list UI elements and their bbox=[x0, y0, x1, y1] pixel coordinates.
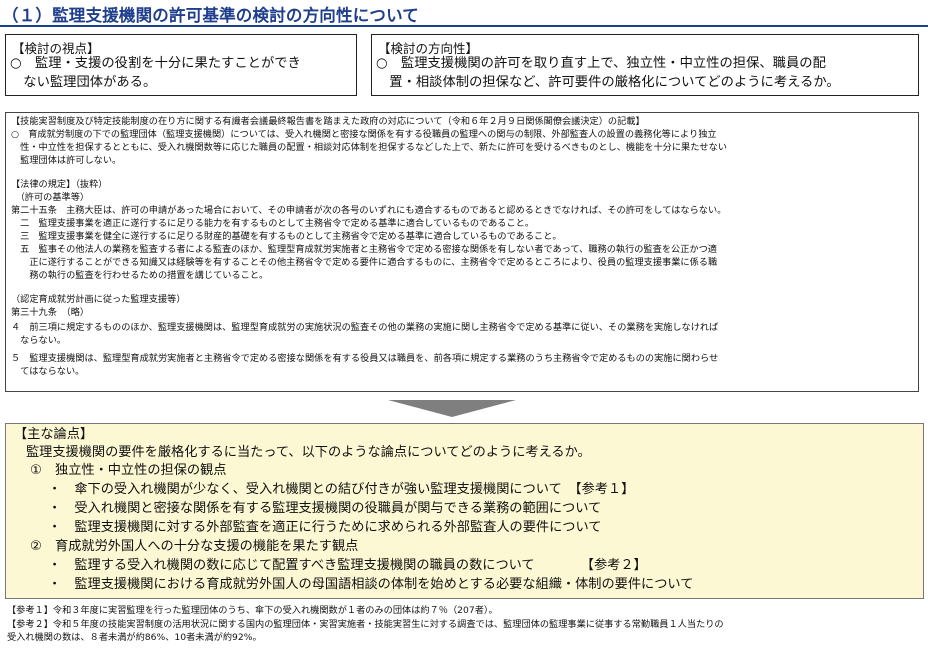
legal-text-line: （許可の基準等） bbox=[11, 192, 90, 203]
issues-heading: 【主な論点】 bbox=[14, 427, 94, 442]
legal-text-line: （認定育成就労計画に従った監理支援等） bbox=[11, 294, 186, 305]
direction-box: 【検討の方向性】 ○ 監理支援機関の許可を取り直す上で、独立性・中立性の担保、職… bbox=[371, 34, 919, 96]
legal-text-line: ○ 育成就労制度の下での監理団体（監理支援機関）については、受入れ機関と密接な関… bbox=[11, 129, 717, 140]
issue-point-1: ① 独立性・中立性の担保の観点 bbox=[30, 463, 227, 478]
viewpoint-line: ○ 監理・支援の役割を十分に果たすことができ bbox=[10, 56, 301, 71]
issue-item: ・ 監理支援機関に対する外部監査を適正に行うために求められる外部監査人の要件につ… bbox=[48, 520, 602, 535]
viewpoint-box: 【検討の視点】 ○ 監理・支援の役割を十分に果たすことができ ない監理団体がある… bbox=[5, 34, 357, 96]
reference-note-2-cont: 受入れ機関の数は、８者未満が約86%、10者未満が約92%。 bbox=[7, 632, 262, 643]
legal-text-line: 第三十九条 （略） bbox=[11, 307, 90, 318]
page-title: （１）監理支援機関の許可基準の検討の方向性について bbox=[2, 6, 420, 25]
reference-note-2: 【参考２】令和５年度の技能実習制度の活用状況に関する国内の監理団体・実習実施者・… bbox=[7, 619, 724, 630]
direction-line: ○ 監理支援機関の許可を取り直す上で、独立性・中立性の担保、職員の配 bbox=[376, 56, 826, 71]
down-arrow-icon bbox=[388, 400, 516, 417]
legal-reference-box: 【技能実習制度及び特定技能制度の在り方に関する有識者会議最終報告書を踏まえた政府… bbox=[5, 112, 919, 392]
issue-point-2: ② 育成就労外国人への十分な支援の機能を果たす観点 bbox=[30, 539, 359, 554]
issue-item: ・ 受入れ機関と密接な関係を有する監理支援機関の役職員が関与できる業務の範囲につ… bbox=[48, 501, 602, 516]
legal-text-line: 五 監事その他法人の業務を監査する者による監査のほか、監理型育成就労実施者と主務… bbox=[11, 244, 717, 255]
issue-item: ・ 傘下の受入れ機関が少なく、受入れ機関との結び付きが強い監理支援機関について … bbox=[48, 482, 635, 497]
legal-text-line: 性・中立性を担保するとともに、受入れ機関数等に応じた職員の配置・相談対応体制を担… bbox=[11, 142, 727, 153]
reference-note-1: 【参考１】令和３年度に実習監理を行った監理団体のうち、傘下の受入れ機関数が１者の… bbox=[7, 605, 498, 616]
legal-text-line: 第二十五条 主務大臣は、許可の申請があった場合において、その申請者が次の各号のい… bbox=[11, 205, 727, 216]
legal-text-line: ならない。 bbox=[11, 335, 67, 346]
issue-item: ・ 監理する受入れ機関の数に応じて配置すべき監理支援機関の職員の数について 【参… bbox=[48, 558, 647, 573]
legal-text-line: 監理団体は許可しない。 bbox=[11, 155, 122, 166]
legal-text-line: 三 監理支援事業を健全に遂行するに足りる財産的基礎を有するものとして主務省令で定… bbox=[11, 231, 562, 242]
main-issues-box: 【主な論点】 監理支援機関の要件を厳格化するに当たって、以下のような論点について… bbox=[5, 423, 924, 599]
title-bar: （１）監理支援機関の許可基準の検討の方向性について bbox=[0, 0, 928, 27]
legal-text-line: 務の執行の監査を行わせるための措置を講じていること。 bbox=[11, 270, 269, 281]
legal-text-line: ４ 前三項に規定するもののほか、監理支援機関は、監理型育成就労の実施状況の監査そ… bbox=[11, 322, 719, 333]
legal-text-line: 正に遂行することができる知識又は経験等を有することその他主務省令で定める要件に適… bbox=[11, 257, 718, 268]
law-heading: 【法律の規定】（抜粋） bbox=[11, 179, 108, 190]
direction-line: 置・相談体制の担保など、許可要件の厳格化についてどのように考えるか。 bbox=[376, 75, 840, 90]
legal-text-line: てはならない。 bbox=[11, 366, 85, 377]
issues-intro: 監理支援機関の要件を厳格化するに当たって、以下のような論点についてどのように考え… bbox=[26, 445, 591, 460]
legal-text-line: 二 監理支援事業を適正に遂行するに足りる能力を有するものとして主務省令で定める基… bbox=[11, 218, 535, 229]
cabinet-decision-heading: 【技能実習制度及び特定技能制度の在り方に関する有識者会議最終報告書を踏まえた政府… bbox=[11, 116, 645, 127]
issue-item: ・ 監理支援機関における育成就労外国人の母国語相談の体制を始めとする必要な組織・… bbox=[48, 577, 694, 592]
viewpoint-line: ない監理団体がある。 bbox=[10, 75, 157, 90]
legal-text-line: ５ 監理支援機関は、監理型育成就労実施者と主務省令で定める密接な関係を有する役員… bbox=[11, 353, 719, 364]
